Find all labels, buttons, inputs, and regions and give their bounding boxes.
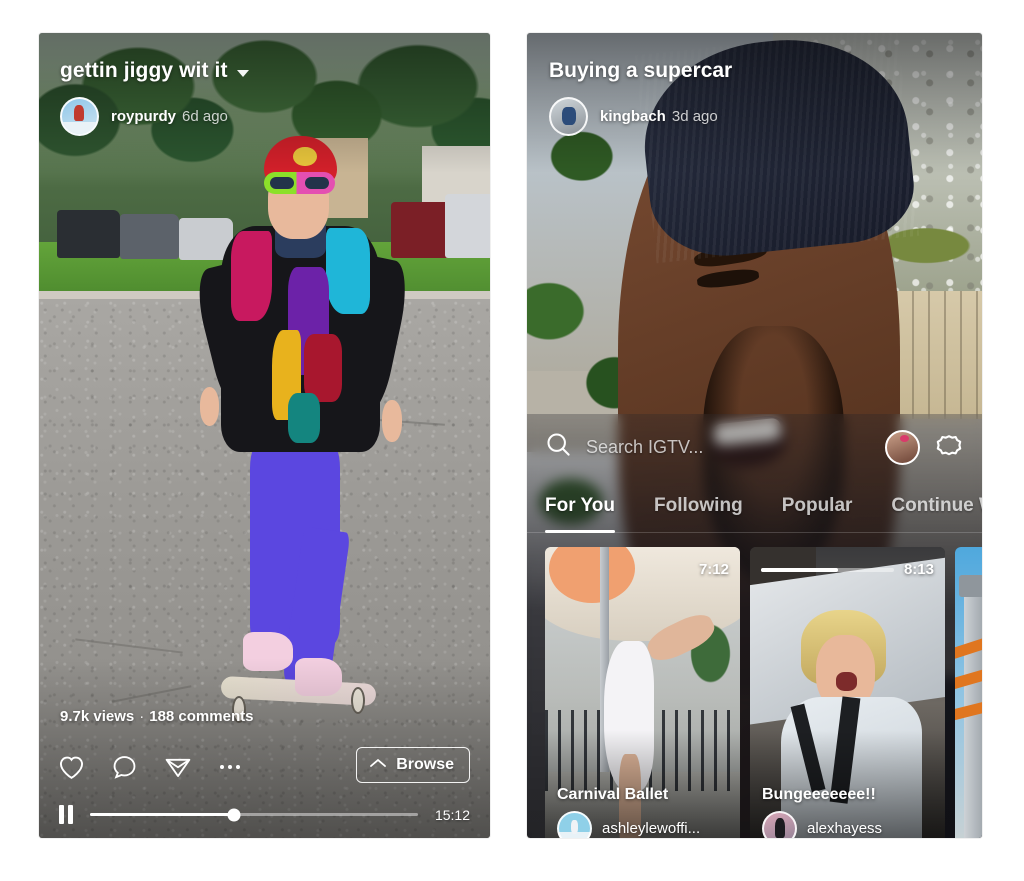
username[interactable]: roypurdy — [111, 108, 176, 125]
card-avatar-figure — [571, 820, 578, 835]
byline-text: roypurdy 6d ago — [111, 108, 228, 125]
jacket-patch-cyan — [325, 228, 371, 315]
left-hand — [199, 387, 220, 426]
action-bar — [58, 754, 242, 780]
video-stats: 9.7k views · 188 comments — [60, 708, 253, 725]
tower-top — [959, 575, 982, 598]
parked-car-2 — [120, 214, 179, 260]
card-username[interactable]: ashleylewoffi... — [602, 820, 700, 837]
jacket-patch-red — [303, 334, 342, 402]
byline-row[interactable]: kingbach 3d ago — [549, 97, 718, 136]
video-title-row[interactable]: gettin jiggy wit it — [60, 59, 249, 83]
comment-count[interactable]: 188 comments — [149, 708, 253, 725]
sunglasses — [264, 172, 335, 194]
card-duration: 8:13 — [903, 561, 934, 578]
parked-car-1 — [57, 210, 121, 259]
search-row: Search IGTV... — [527, 414, 982, 480]
tab-following[interactable]: Following — [654, 480, 743, 532]
card-title: Carnival Ballet — [557, 786, 669, 803]
card-watch-progress-fill — [761, 567, 839, 572]
card-top-row: 7:12 — [556, 561, 729, 578]
video-card[interactable]: 7:12 Carnival Ballet ashleylewoffi... — [545, 547, 740, 838]
search-icon[interactable] — [545, 431, 572, 463]
seek-bar[interactable] — [90, 808, 418, 821]
card-duration: 7:12 — [698, 561, 729, 578]
seek-bar-fill — [90, 813, 235, 816]
parked-car-5 — [444, 194, 490, 259]
card-avatar — [762, 811, 797, 838]
avatar-flower — [900, 434, 910, 443]
byline-row[interactable]: roypurdy 6d ago — [60, 97, 228, 136]
colorblock-jacket — [221, 217, 380, 452]
stats-separator: · — [139, 708, 145, 725]
thumbnail-tower — [955, 547, 982, 838]
profile-avatar-icon[interactable] — [885, 429, 920, 465]
video-card[interactable] — [955, 547, 982, 838]
view-count: 9.7k views — [60, 708, 135, 725]
igtv-gear-icon[interactable] — [934, 430, 964, 465]
front-shoe — [242, 631, 294, 671]
browse-button[interactable]: Browse — [356, 747, 470, 783]
video-card[interactable]: 8:13 Bungeeeeeee!! alexhayess — [750, 547, 945, 838]
eye — [696, 267, 760, 290]
avatar-bg-lower — [62, 122, 97, 134]
jacket-patch-magenta — [230, 230, 272, 321]
more-dots-icon[interactable] — [218, 757, 242, 777]
igtv-player-panel: gettin jiggy wit it roypurdy 6d ago 9.7k … — [39, 33, 490, 838]
heart-icon[interactable] — [58, 755, 85, 780]
search-input[interactable]: Search IGTV... — [586, 437, 871, 458]
tab-continue-watching[interactable]: Continue W — [891, 480, 982, 532]
open-mouth — [835, 672, 858, 691]
avatar[interactable] — [60, 97, 99, 136]
skateboarder-figure — [190, 130, 414, 774]
player-controls: 15:12 — [39, 805, 490, 824]
chevron-up-icon — [369, 756, 387, 774]
video-card-list[interactable]: 7:12 Carnival Ballet ashleylewoffi... 8:… — [545, 547, 982, 838]
video-title: Buying a supercar — [549, 59, 733, 82]
tab-popular[interactable]: Popular — [782, 480, 853, 532]
chevron-down-icon[interactable] — [236, 69, 249, 77]
tab-for-you[interactable]: For You — [545, 480, 616, 533]
username[interactable]: kingbach — [600, 108, 666, 125]
card-avatar-figure — [774, 817, 786, 838]
avatar[interactable] — [549, 97, 588, 136]
right-hand — [381, 400, 402, 442]
video-title: gettin jiggy wit it — [60, 59, 228, 82]
cap-logo — [293, 146, 317, 167]
video-duration: 15:12 — [434, 806, 470, 823]
browse-label: Browse — [396, 756, 454, 773]
timestamp: 6d ago — [182, 108, 228, 125]
card-top-row: 8:13 — [761, 561, 934, 578]
byline-text: kingbach 3d ago — [600, 108, 718, 125]
pause-icon[interactable] — [59, 805, 73, 824]
card-username[interactable]: alexhayess — [807, 820, 882, 837]
igtv-browse-panel: Buying a supercar kingbach 3d ago Search … — [527, 33, 982, 838]
avatar-figure — [73, 105, 85, 122]
back-shoe — [295, 657, 343, 697]
avatar-figure — [561, 106, 576, 125]
card-user-row[interactable]: ashleylewoffi... — [557, 811, 700, 838]
skateboard-wheel-back — [351, 686, 366, 714]
timestamp: 3d ago — [671, 108, 718, 125]
card-title: Bungeeeeeee!! — [762, 786, 876, 803]
jacket-patch-teal — [287, 392, 320, 443]
browse-tabs: For You Following Popular Continue W — [527, 480, 982, 533]
seek-bar-handle[interactable] — [227, 808, 241, 821]
card-watch-progress — [761, 567, 894, 572]
paper-plane-icon[interactable] — [164, 754, 192, 780]
comment-bubble-icon[interactable] — [111, 754, 138, 780]
screenshot-stage: gettin jiggy wit it roypurdy 6d ago 9.7k … — [0, 0, 1024, 881]
card-avatar — [557, 811, 592, 838]
card-user-row[interactable]: alexhayess — [762, 811, 882, 838]
